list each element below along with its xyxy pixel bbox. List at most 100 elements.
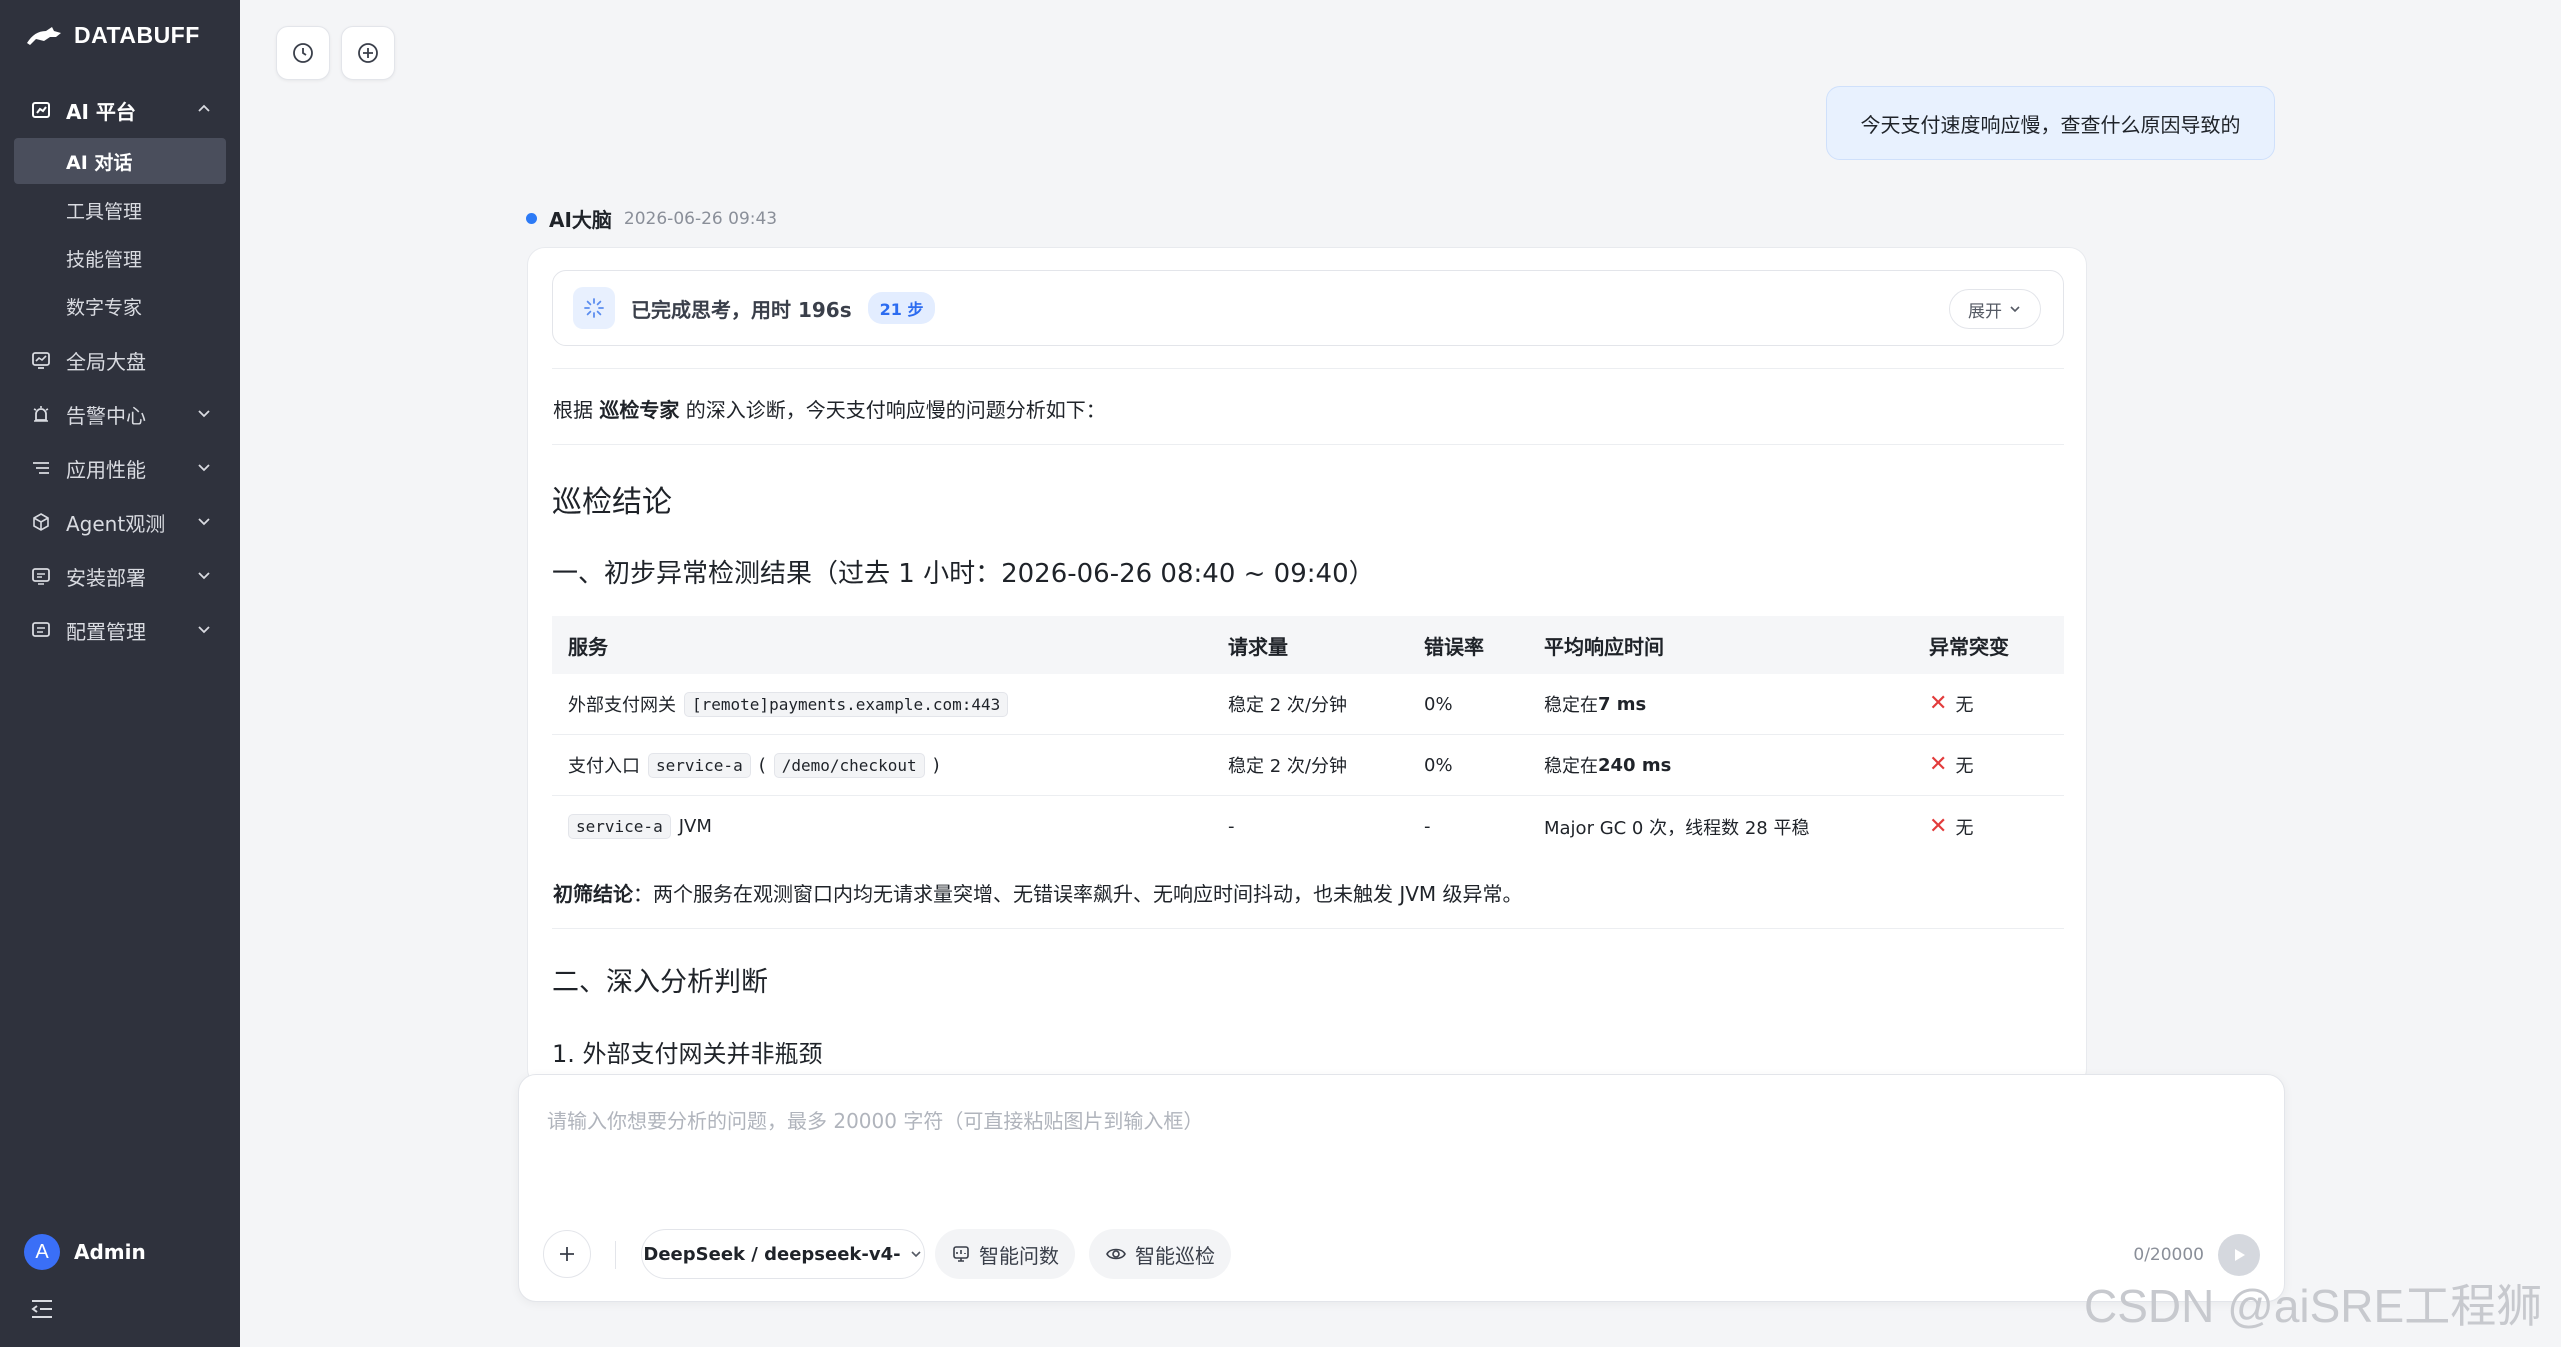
history-clock-icon: [293, 43, 313, 63]
data-query-icon: [953, 1246, 969, 1262]
nav-ai-platform[interactable]: AI 平台: [0, 88, 240, 132]
service-code: service-a: [648, 752, 751, 778]
char-counter: 0/20000: [2133, 1245, 2204, 1265]
history-button[interactable]: [276, 26, 330, 80]
nav-alerts[interactable]: 告警中心: [0, 392, 240, 436]
cell-anomaly: ✕ 无: [1929, 796, 1973, 857]
cell-error-rate: -: [1424, 816, 1431, 837]
col-header: 异常突变: [1929, 634, 2009, 659]
thinking-summary: 已完成思考，用时 196s 21 步 展开: [552, 270, 2064, 346]
cube-icon: [30, 511, 52, 533]
sidebar-item-skills[interactable]: 技能管理: [14, 235, 226, 281]
intro-pre: 根据: [553, 398, 600, 422]
avg-pre: 稳定在: [1544, 695, 1598, 716]
ai-message-card: 已完成思考，用时 196s 21 步 展开 根据 巡检专家 的深入诊断，今天支付…: [527, 247, 2087, 1087]
watermark: CSDN @aiSRE工程狮: [2084, 1280, 2543, 1332]
install-icon: [30, 565, 52, 587]
anomaly-text: 无: [1955, 756, 1974, 777]
model-selector[interactable]: DeepSeek / deepseek-v4-: [641, 1229, 925, 1279]
user-profile[interactable]: A Admin: [24, 1234, 146, 1270]
table-header-row: 服务 请求量 错误率 平均响应时间 异常突变: [552, 616, 2064, 674]
panther-logo-icon: [27, 26, 61, 45]
nav-config[interactable]: 配置管理: [0, 608, 240, 652]
intro-post: 的深入诊断，今天支付响应慢的问题分析如下：: [679, 398, 1106, 422]
nav-label: Agent观测: [66, 511, 166, 536]
sidebar-item-ai-chat[interactable]: AI 对话: [14, 138, 226, 184]
smart-inspection-chip[interactable]: 智能巡检: [1089, 1229, 1231, 1279]
config-icon: [30, 619, 52, 641]
nav-label: 告警中心: [66, 403, 146, 428]
sparkle-loading-icon: [573, 287, 615, 329]
verdict-text: ：两个服务在观测窗口内均无请求量突增、无错误率飙升、无响应时间抖动，也未触发 J…: [633, 882, 1523, 906]
ai-platform-icon: [30, 99, 52, 121]
steps-badge: 21 步: [867, 292, 936, 324]
service-name: 支付入口: [568, 756, 640, 777]
avg-bold: 7 ms: [1598, 693, 1647, 715]
thinking-text: 已完成思考，用时 196s: [631, 297, 852, 322]
expand-label: 展开: [1968, 301, 2002, 322]
table-row: 支付入口 service-a ( /demo/checkout ) 稳定 2 次…: [552, 735, 2064, 796]
cross-icon: ✕: [1929, 813, 1948, 839]
eye-icon: [1106, 1248, 1126, 1260]
nav-label: 全局大盘: [66, 349, 146, 374]
screening-verdict: 初筛结论：两个服务在观测窗口内均无请求量突增、无错误率飙升、无响应时间抖动，也未…: [553, 878, 1523, 907]
sub-label: AI 对话: [66, 151, 133, 174]
ai-status-dot: [526, 213, 537, 224]
heading-section-1: 一、初步异常检测结果（过去 1 小时：2026-06-26 08:40 ~ 09…: [552, 559, 1375, 589]
chat-input[interactable]: 请输入你想要分析的问题，最多 20000 字符（可直接粘贴图片到输入框）: [547, 1105, 1203, 1134]
chevron-down-icon: [2010, 306, 2020, 313]
nav-agent-observe[interactable]: Agent观测: [0, 500, 240, 544]
sidebar-item-experts[interactable]: 数字专家: [14, 283, 226, 329]
cross-icon: ✕: [1929, 691, 1948, 716]
chat-composer: 请输入你想要分析的问题，最多 20000 字符（可直接粘贴图片到输入框） Dee…: [518, 1074, 2285, 1302]
collapse-sidebar-button[interactable]: [30, 1298, 54, 1320]
cell-error-rate: 0%: [1424, 693, 1453, 715]
sub-label: 工具管理: [66, 200, 143, 223]
cell-avg-latency: 稳定在 7 ms: [1544, 674, 1646, 734]
ai-message-header: AI大脑 2026-06-26 09:43: [526, 204, 777, 233]
menu-fold-icon: [31, 1300, 52, 1318]
heading-section-2: 二、深入分析判断: [552, 967, 768, 998]
nav-dashboard[interactable]: 全局大盘: [0, 338, 240, 382]
chevron-down-icon: [198, 572, 210, 580]
user-name: Admin: [74, 1240, 146, 1264]
col-header: 服务: [568, 634, 608, 659]
avg-bold: 240 ms: [1598, 754, 1672, 776]
brand-logo[interactable]: DATABUFF: [26, 22, 200, 49]
nav-apm[interactable]: 应用性能: [0, 446, 240, 490]
chevron-down-icon: [198, 626, 210, 634]
nav-label: 安装部署: [66, 565, 146, 590]
cell-anomaly: ✕ 无: [1929, 674, 1973, 734]
new-chat-button[interactable]: [341, 26, 395, 80]
attach-button[interactable]: [543, 1230, 591, 1278]
expand-button[interactable]: 展开: [1949, 289, 2041, 329]
cell-avg-latency: Major GC 0 次，线程数 28 平稳: [1544, 817, 1810, 839]
cell-requests: 稳定 2 次/分钟: [1228, 756, 1347, 777]
alarm-icon: [30, 403, 52, 425]
model-label: DeepSeek / deepseek-v4-: [643, 1243, 901, 1265]
col-header: 平均响应时间: [1544, 634, 1664, 659]
chevron-down-icon: [198, 464, 210, 472]
chevron-down-icon: [198, 410, 210, 418]
nav-install[interactable]: 安装部署: [0, 554, 240, 598]
cell-anomaly: ✕ 无: [1929, 735, 1973, 795]
nav-label: AI 平台: [66, 99, 136, 124]
smart-query-chip[interactable]: 智能问数: [935, 1229, 1075, 1279]
intro-bold: 巡检专家: [599, 398, 680, 422]
paren-close: ): [932, 754, 940, 776]
avatar: A: [24, 1234, 60, 1270]
dashboard-icon: [30, 349, 52, 371]
user-message-bubble: 今天支付速度响应慢，查查什么原因导致的: [1826, 86, 2275, 160]
plus-icon: [560, 1247, 574, 1261]
heading-conclusion: 巡检结论: [552, 485, 672, 520]
divider: [552, 444, 2064, 445]
sidebar-item-tools[interactable]: 工具管理: [14, 187, 226, 233]
nav-label: 配置管理: [66, 619, 146, 644]
brand-name: DATABUFF: [74, 22, 200, 48]
ai-timestamp: 2026-06-26 09:43: [623, 208, 778, 229]
send-icon: [2235, 1249, 2245, 1261]
sub-label: 数字专家: [66, 296, 143, 319]
col-header: 错误率: [1424, 634, 1484, 659]
chevron-down-icon: [911, 1251, 921, 1258]
paren-open: (: [758, 754, 766, 776]
